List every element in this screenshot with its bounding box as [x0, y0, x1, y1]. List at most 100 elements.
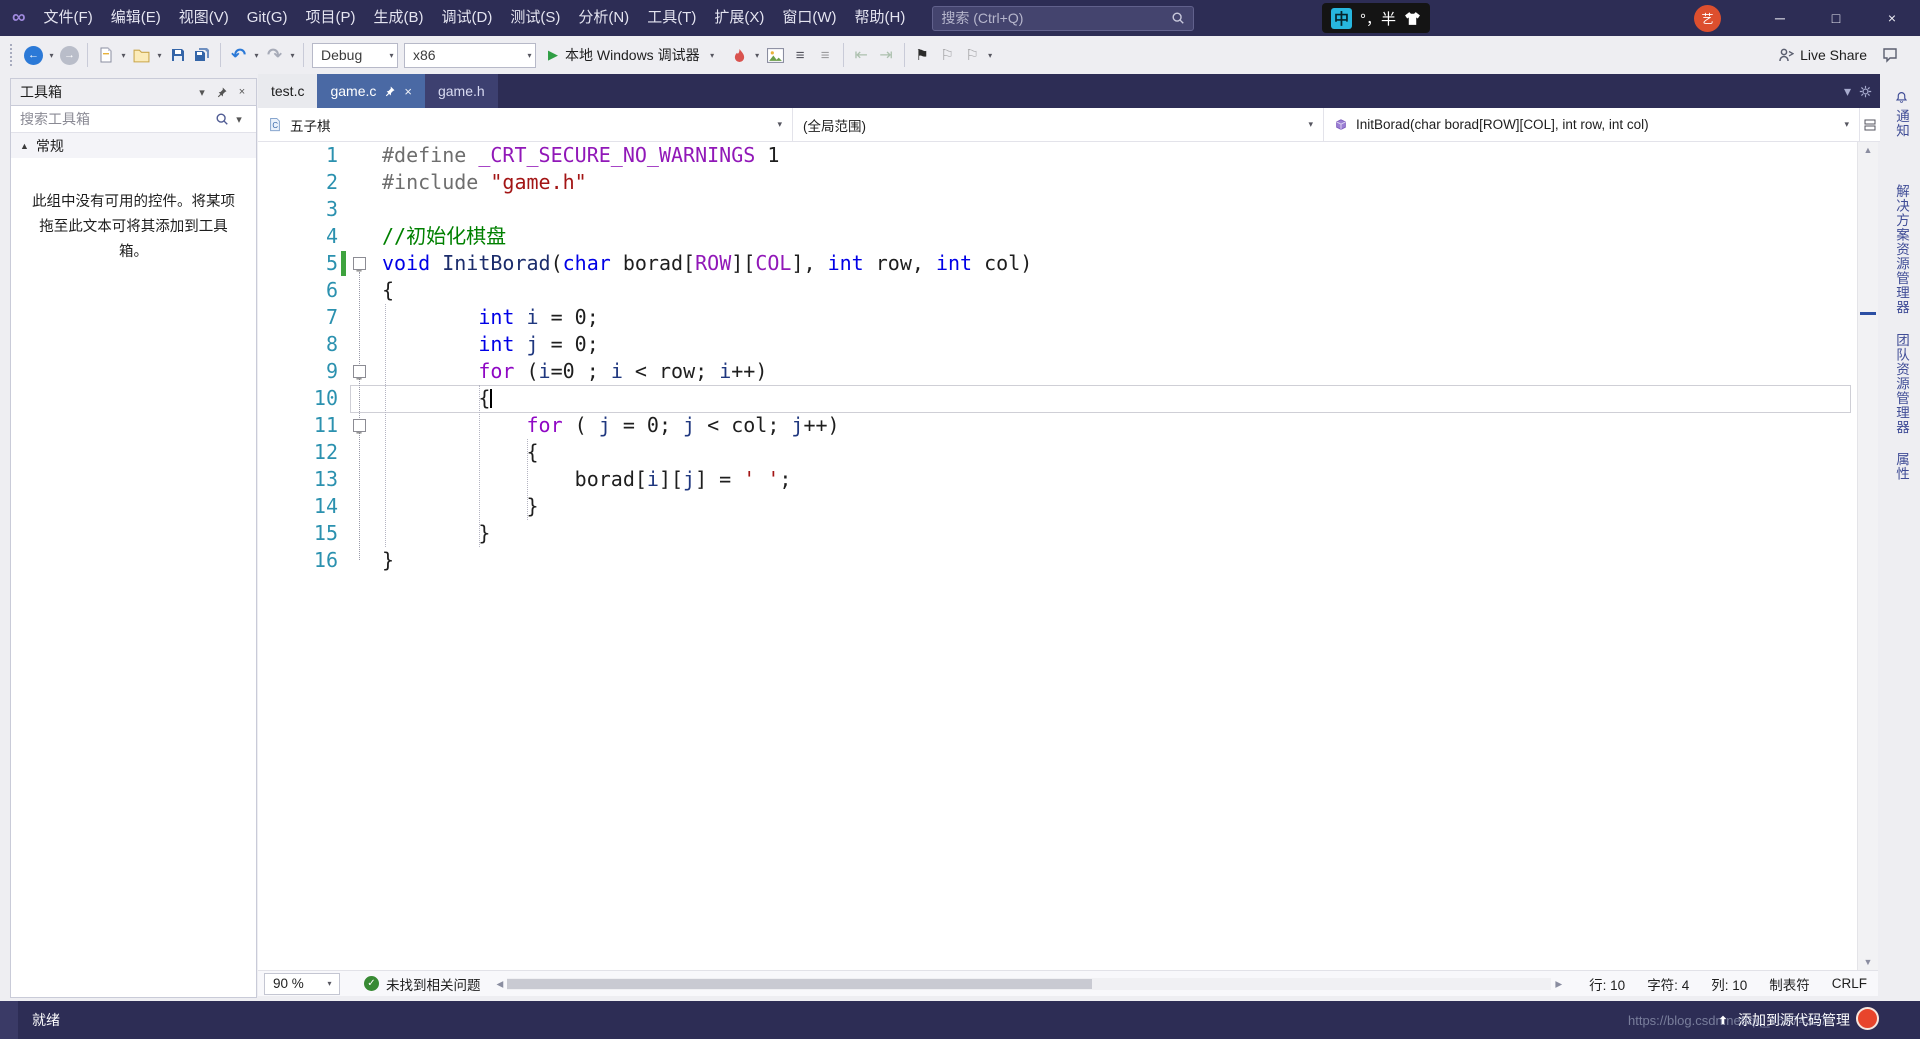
output-button[interactable]: ≡	[813, 41, 838, 69]
ime-theme-shirt-icon[interactable]	[1404, 11, 1421, 26]
member-dropdown[interactable]: InitBorad(char borad[ROW][COL], int row,…	[1324, 108, 1860, 141]
breakpoint-margin[interactable]	[258, 493, 278, 520]
ime-language-indicator[interactable]: 中	[1331, 7, 1352, 29]
code-line-16[interactable]: 16}	[258, 547, 1857, 574]
navigate-back-button[interactable]: ←	[21, 41, 46, 69]
toggle-bookmark-button[interactable]: ⚑	[910, 41, 935, 69]
breakpoint-margin[interactable]	[258, 412, 278, 439]
scroll-down-arrow[interactable]: ▼	[1858, 954, 1878, 970]
scroll-thumb[interactable]	[507, 978, 1092, 989]
ime-mode-text[interactable]: °，半	[1360, 8, 1396, 29]
horizontal-scrollbar[interactable]: ◂ ▸	[497, 971, 1563, 996]
toolbar-overflow-dropdown[interactable]: ▾	[985, 51, 996, 60]
code-line-9[interactable]: 9− for (i=0 ; i < row; i++)	[258, 358, 1857, 385]
sidebar-tab-notifications[interactable]: 通知	[1891, 82, 1911, 147]
undo-dropdown[interactable]: ▾	[251, 51, 262, 60]
code-line-11[interactable]: 11− for ( j = 0; j < col; j++)	[258, 412, 1857, 439]
scroll-track[interactable]	[507, 977, 1552, 990]
breakpoint-margin[interactable]	[258, 466, 278, 493]
code-line-3[interactable]: 3	[258, 196, 1857, 223]
sidebar-tab-solution-explorer[interactable]: 解决方案资源管理器	[1891, 175, 1911, 324]
code-line-1[interactable]: 1 #define _CRT_SECURE_NO_WARNINGS 1	[258, 142, 1857, 169]
breakpoint-margin[interactable]	[258, 358, 278, 385]
breakpoint-margin[interactable]	[258, 331, 278, 358]
close-button[interactable]: ×	[1864, 0, 1920, 36]
breakpoint-margin[interactable]	[258, 304, 278, 331]
quick-launch-search[interactable]: 搜索 (Ctrl+Q)	[932, 5, 1195, 31]
toolbox-options-dropdown[interactable]: ▾	[192, 82, 212, 102]
status-char-number[interactable]: 字符: 4	[1636, 974, 1700, 994]
vertical-scrollbar[interactable]: ▲ ▼	[1857, 142, 1878, 970]
save-button[interactable]	[165, 41, 190, 69]
gear-icon[interactable]	[1859, 85, 1872, 98]
breakpoint-margin[interactable]	[258, 250, 278, 277]
hot-reload-dropdown[interactable]: ▾	[752, 51, 763, 60]
search-options-dropdown[interactable]: ▾	[229, 109, 249, 129]
redo-button[interactable]: ↷	[262, 41, 287, 69]
solution-platforms-dropdown[interactable]: x86 ▾	[404, 42, 536, 68]
menu-item-5[interactable]: 项目(P)	[297, 0, 365, 36]
indent-increase-button[interactable]: ⇥	[874, 41, 899, 69]
breakpoint-margin[interactable]	[258, 520, 278, 547]
menu-item-10[interactable]: 工具(T)	[638, 0, 705, 36]
split-editor-button[interactable]	[1860, 108, 1880, 141]
previous-bookmark-button[interactable]: ⚐	[935, 41, 960, 69]
project-dropdown[interactable]: C 五子棋 ▾	[258, 108, 793, 141]
document-list-dropdown[interactable]: ▾	[1844, 83, 1851, 100]
toolbox-search-input[interactable]: 搜索工具箱 ▾	[11, 106, 256, 133]
breakpoint-margin[interactable]	[258, 277, 278, 304]
tab-game-c[interactable]: game.c ×	[317, 74, 425, 108]
scroll-up-arrow[interactable]: ▲	[1858, 142, 1878, 158]
scroll-left-arrow[interactable]: ◂	[497, 976, 504, 992]
code-line-4[interactable]: 4 //初始化棋盘	[258, 223, 1857, 250]
menu-item-4[interactable]: Git(G)	[238, 0, 297, 36]
menu-item-7[interactable]: 调试(D)	[433, 0, 502, 36]
new-file-dropdown[interactable]: ▾	[118, 51, 129, 60]
new-file-button[interactable]	[93, 41, 118, 69]
code-line-6[interactable]: 6{	[258, 277, 1857, 304]
minimize-button[interactable]: ─	[1752, 0, 1808, 36]
code-line-15[interactable]: 15 }	[258, 520, 1857, 547]
error-list-button[interactable]: ≡	[788, 41, 813, 69]
breakpoint-margin[interactable]	[258, 169, 278, 196]
fold-toggle[interactable]: −	[352, 419, 366, 439]
menu-item-9[interactable]: 分析(N)	[569, 0, 638, 36]
status-column-number[interactable]: 列: 10	[1700, 974, 1758, 994]
status-tabs-mode[interactable]: 制表符	[1758, 974, 1821, 994]
tab-test-c[interactable]: test.c	[258, 74, 318, 108]
zoom-dropdown[interactable]: 90 % ▾	[264, 972, 340, 995]
indent-decrease-button[interactable]: ⇤	[849, 41, 874, 69]
close-icon[interactable]: ×	[232, 82, 252, 102]
menu-item-12[interactable]: 窗口(W)	[773, 0, 845, 36]
menu-item-6[interactable]: 生成(B)	[365, 0, 433, 36]
document-health-indicator[interactable]: ✓ 未找到相关问题	[364, 974, 481, 994]
menu-item-3[interactable]: 视图(V)	[170, 0, 238, 36]
open-file-button[interactable]	[129, 41, 154, 69]
code-line-5[interactable]: 5− void InitBorad(char borad[ROW][COL], i…	[258, 250, 1857, 277]
toolbox-header[interactable]: 工具箱 ▾ ×	[11, 79, 256, 106]
fold-toggle[interactable]: −	[352, 257, 366, 277]
avatar[interactable]: 艺	[1694, 5, 1721, 32]
status-line-ending[interactable]: CRLF	[1821, 976, 1878, 991]
next-bookmark-button[interactable]: ⚐	[960, 41, 985, 69]
breakpoint-margin[interactable]	[258, 439, 278, 466]
close-icon[interactable]: ×	[404, 84, 412, 99]
toolbox-section-general[interactable]: ▲ 常规	[11, 133, 256, 158]
add-to-source-control-button[interactable]: 添加到源代码管理	[1716, 1010, 1850, 1030]
breakpoint-margin[interactable]	[258, 223, 278, 250]
code-line-10[interactable]: 10 {	[258, 385, 1857, 413]
scroll-right-arrow[interactable]: ▸	[1555, 976, 1562, 992]
navigate-forward-button[interactable]: →	[57, 41, 82, 69]
code-line-12[interactable]: 12 {	[258, 439, 1857, 466]
pin-icon[interactable]	[384, 85, 396, 97]
maximize-button[interactable]: □	[1808, 0, 1864, 36]
undo-button[interactable]: ↶	[226, 41, 251, 69]
menu-item-13[interactable]: 帮助(H)	[846, 0, 915, 36]
breakpoint-margin[interactable]	[258, 196, 278, 223]
sidebar-tab-properties[interactable]: 属性	[1891, 443, 1911, 490]
solution-configurations-dropdown[interactable]: Debug ▾	[312, 42, 398, 68]
breakpoint-margin[interactable]	[258, 547, 278, 574]
toolbar-grip[interactable]	[10, 44, 15, 66]
tab-game-h[interactable]: game.h	[424, 74, 498, 108]
breakpoint-margin[interactable]	[258, 385, 278, 412]
